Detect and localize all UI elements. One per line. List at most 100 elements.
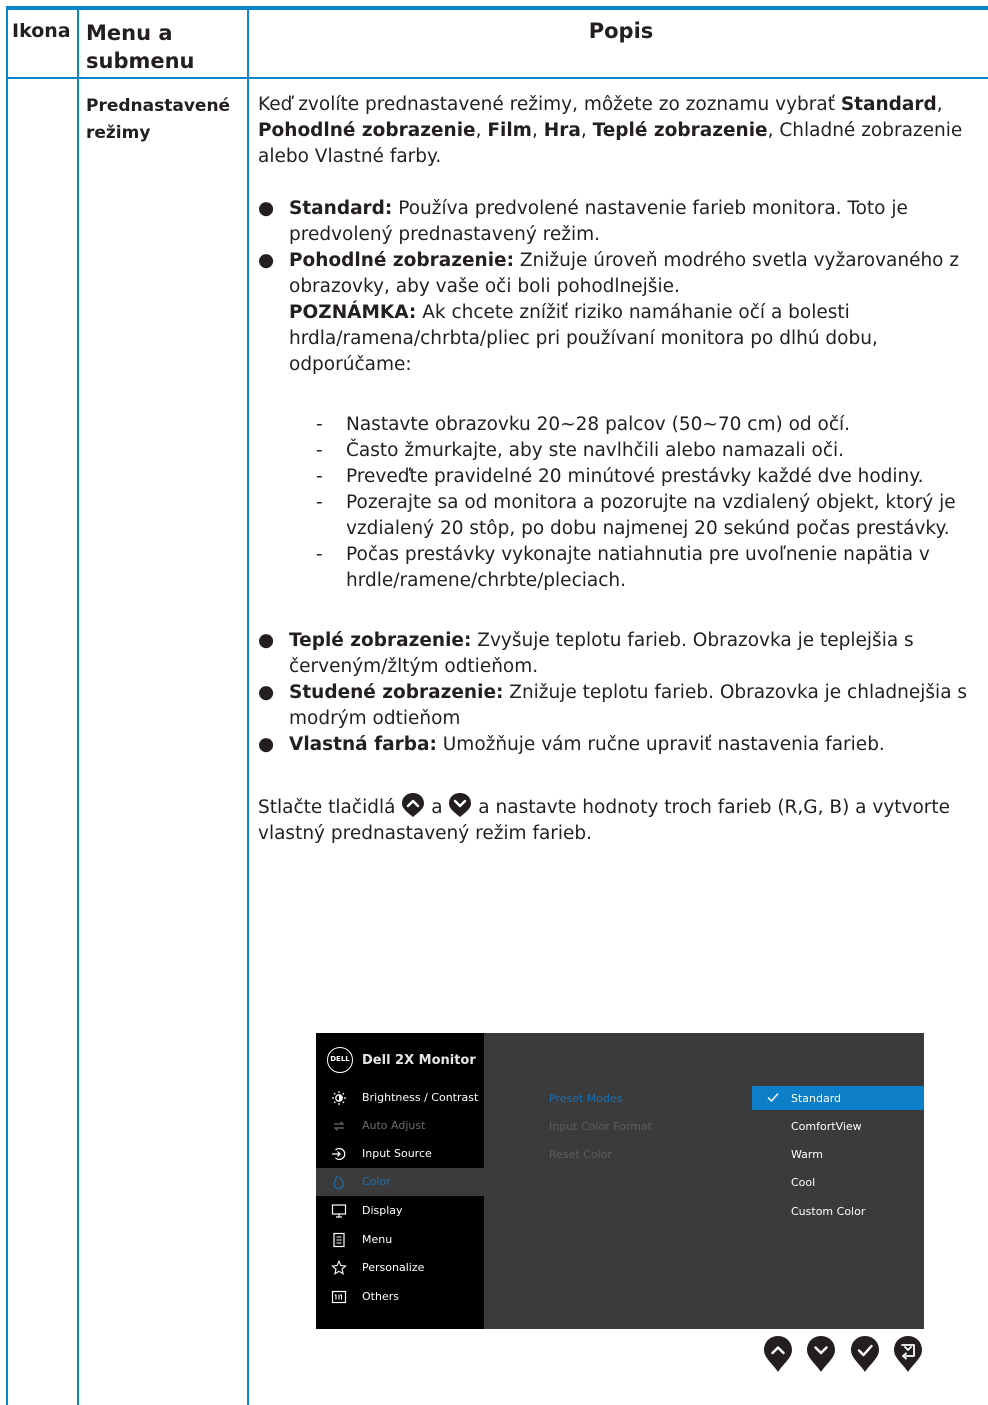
up-button-icon[interactable]: [763, 1335, 793, 1373]
osd-item-menu[interactable]: Menu: [316, 1226, 484, 1254]
list-item: - Preveďte pravidelné 20 minútové prestáv…: [258, 464, 980, 490]
bullet-term: Pohodlné zobrazenie:: [289, 250, 514, 271]
osd-item-others[interactable]: Others: [316, 1283, 484, 1311]
osd-item-label: Personalize: [362, 1261, 425, 1274]
osd-option-comfortview[interactable]: ComfortView: [752, 1114, 924, 1138]
mode-movie: Film: [487, 120, 532, 141]
bullet-term: Studené zobrazenie:: [289, 682, 504, 703]
list-item: ● Pohodlné zobrazenie: Znižuje úroveň mod…: [258, 248, 980, 378]
recommendation-list: - Nastavte obrazovku 20~28 palcov (50~70 …: [258, 412, 980, 594]
dash-mark: -: [316, 466, 323, 487]
osd-item-label: Menu: [362, 1233, 393, 1246]
mode-game: Hra: [543, 120, 581, 141]
check-icon: [767, 1093, 779, 1103]
header-row-divider: [6, 77, 988, 79]
header-menu-column: Menu a submenu: [86, 21, 195, 73]
list-item: ● Studené zobrazenie: Znižuje teplotu far…: [258, 680, 980, 732]
table-top-border: [6, 6, 988, 10]
osd-option-standard[interactable]: Standard: [752, 1086, 924, 1110]
down-button-icon[interactable]: [806, 1335, 836, 1373]
osd-option-label: Warm: [791, 1148, 823, 1161]
bullet-mark: ●: [258, 198, 275, 219]
brightness-icon: [332, 1091, 346, 1105]
intro-sep: ,: [936, 94, 943, 115]
intro-text: Keď zvolíte prednastavené režimy, môžete…: [258, 94, 841, 115]
osd-item-label: Brightness / Contrast: [362, 1091, 479, 1104]
osd-item-label: Display: [362, 1204, 403, 1217]
up-arrow-icon: [402, 793, 425, 817]
dash-text: Preveďte pravidelné 20 minútové prestávk…: [346, 466, 924, 487]
osd-submenu-reset-color[interactable]: Reset Color: [549, 1148, 612, 1161]
mode-warm: Teplé zobrazenie: [592, 120, 768, 141]
column-divider-2: [247, 6, 249, 1405]
bullet-mark: ●: [258, 250, 275, 271]
bullet-term: Vlastná farba:: [289, 734, 437, 755]
bullet-mark: ●: [258, 682, 275, 703]
manual-page: Ikona Menu a submenu Popis Prednastavené…: [0, 0, 988, 1405]
osd-option-label: ComfortView: [791, 1120, 862, 1133]
mode-list-bottom: ● Teplé zobrazenie: Zvyšuje teplotu farie…: [258, 628, 980, 758]
color-icon: [333, 1175, 344, 1190]
column-divider-1: [77, 6, 79, 1405]
bullet-term: Standard:: [289, 198, 393, 219]
menu-icon: [333, 1232, 345, 1248]
table-left-border: [6, 6, 8, 1405]
list-item: - Často žmurkajte, aby ste navlhčili aleb…: [258, 438, 980, 464]
osd-option-cool[interactable]: Cool: [752, 1170, 924, 1194]
dash-text: Často žmurkajte, aby ste navlhčili alebo…: [346, 440, 845, 461]
intro-sep: ,: [531, 120, 544, 141]
osd-item-label: Others: [362, 1290, 399, 1303]
osd-item-label: Input Source: [362, 1147, 432, 1160]
osd-item-auto-adjust[interactable]: Auto Adjust: [316, 1112, 484, 1140]
instruction-paragraph: Stlačte tlačidlá a a nastavte hodnoty tr…: [258, 792, 980, 847]
list-item: ● Vlastná farba: Umožňuje vám ručne uprav…: [258, 732, 980, 758]
ok-button-icon[interactable]: [850, 1335, 880, 1373]
intro-paragraph: Keď zvolíte prednastavené režimy, môžete…: [258, 92, 980, 170]
note-label: POZNÁMKA:: [289, 302, 417, 323]
list-item: - Pozerajte sa od monitora a pozorujte na…: [258, 490, 980, 542]
osd-option-label: Cool: [791, 1176, 816, 1189]
intro-sep: ,: [580, 120, 593, 141]
bullet-text: Umožňuje vám ručne upraviť nastavenia fa…: [436, 734, 885, 755]
osd-submenu-preset-modes[interactable]: Preset Modes: [549, 1092, 623, 1105]
star-icon: [331, 1260, 347, 1275]
osd-option-custom-color[interactable]: Custom Color: [752, 1199, 924, 1223]
input-source-icon: [332, 1147, 346, 1161]
osd-item-input-source[interactable]: Input Source: [316, 1140, 484, 1168]
bullet-term: Teplé zobrazenie:: [289, 630, 472, 651]
dash-mark: -: [316, 440, 323, 461]
bullet-mark: ●: [258, 734, 275, 755]
submenu-name: Prednastavené režimy: [86, 96, 231, 143]
back-button-icon[interactable]: [893, 1335, 923, 1373]
list-item: ● Teplé zobrazenie: Zvyšuje teplotu farie…: [258, 628, 980, 680]
osd-item-display[interactable]: Display: [316, 1197, 484, 1225]
auto-adjust-icon: [333, 1121, 345, 1131]
osd-submenu-input-color-format[interactable]: Input Color Format: [549, 1120, 652, 1133]
display-icon: [331, 1204, 347, 1218]
osd-item-personalize[interactable]: Personalize: [316, 1254, 484, 1282]
osd-screenshot: DELL Dell 2X Monitor Brightness / Contra…: [316, 1033, 924, 1329]
dash-mark: -: [316, 414, 323, 435]
header-icon-column: Ikona: [12, 20, 71, 42]
osd-option-label: Standard: [791, 1092, 842, 1105]
dell-logo: DELL: [327, 1047, 353, 1073]
others-icon: [331, 1290, 347, 1304]
mode-list-top: ● Standard: Používa predvolené nastavenie…: [258, 196, 980, 378]
dash-text: Počas prestávky vykonajte natiahnutia pr…: [346, 544, 930, 591]
osd-option-label: Custom Color: [791, 1205, 866, 1218]
instruction-text: a: [425, 797, 449, 818]
mode-comfortview: Pohodlné zobrazenie: [258, 120, 476, 141]
osd-item-brightness-contrast[interactable]: Brightness / Contrast: [316, 1084, 484, 1112]
osd-item-label: Auto Adjust: [362, 1119, 426, 1132]
list-item: - Nastavte obrazovku 20~28 palcov (50~70 …: [258, 412, 980, 438]
osd-title: Dell 2X Monitor: [362, 1053, 476, 1068]
instruction-text: Stlačte tlačidlá: [258, 797, 402, 818]
osd-option-warm[interactable]: Warm: [752, 1142, 924, 1166]
bullet-mark: ●: [258, 630, 275, 651]
dash-mark: -: [316, 544, 323, 565]
dash-text: Pozerajte sa od monitora a pozorujte na …: [346, 492, 956, 539]
down-arrow-icon: [449, 793, 472, 817]
osd-item-label: Color: [362, 1175, 391, 1188]
header-description-column: Popis: [588, 19, 654, 43]
osd-item-color[interactable]: Color: [316, 1168, 484, 1196]
